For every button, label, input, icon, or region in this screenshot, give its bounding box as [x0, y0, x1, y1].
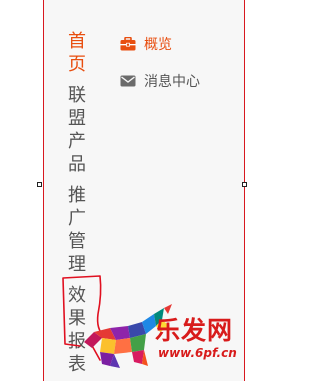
submenu: 概览 消息中心	[120, 34, 200, 91]
submenu-item-overview[interactable]: 概览	[120, 34, 200, 54]
watermark-url: www.6pf.cn	[158, 346, 237, 360]
nav-item-home[interactable]: 首页	[68, 30, 88, 76]
mail-icon	[120, 74, 136, 88]
nav-item-products[interactable]: 联盟产品	[68, 84, 88, 176]
resize-handle-right[interactable]	[242, 182, 247, 187]
resize-handle-left[interactable]	[37, 182, 42, 187]
nav-item-promotion[interactable]: 推广管理	[68, 184, 88, 276]
submenu-label: 消息中心	[144, 74, 200, 90]
submenu-item-messages[interactable]: 消息中心	[120, 71, 200, 91]
submenu-label: 概览	[144, 37, 172, 53]
screenshot-stage: 首页 联盟产品 推广管理 效果报表 概览 消息中心 乐发网 www.6pf.cn	[0, 0, 260, 381]
briefcase-icon	[120, 36, 136, 51]
watermark-brand: 乐发网	[155, 316, 234, 345]
selection-border-left	[43, 0, 44, 381]
